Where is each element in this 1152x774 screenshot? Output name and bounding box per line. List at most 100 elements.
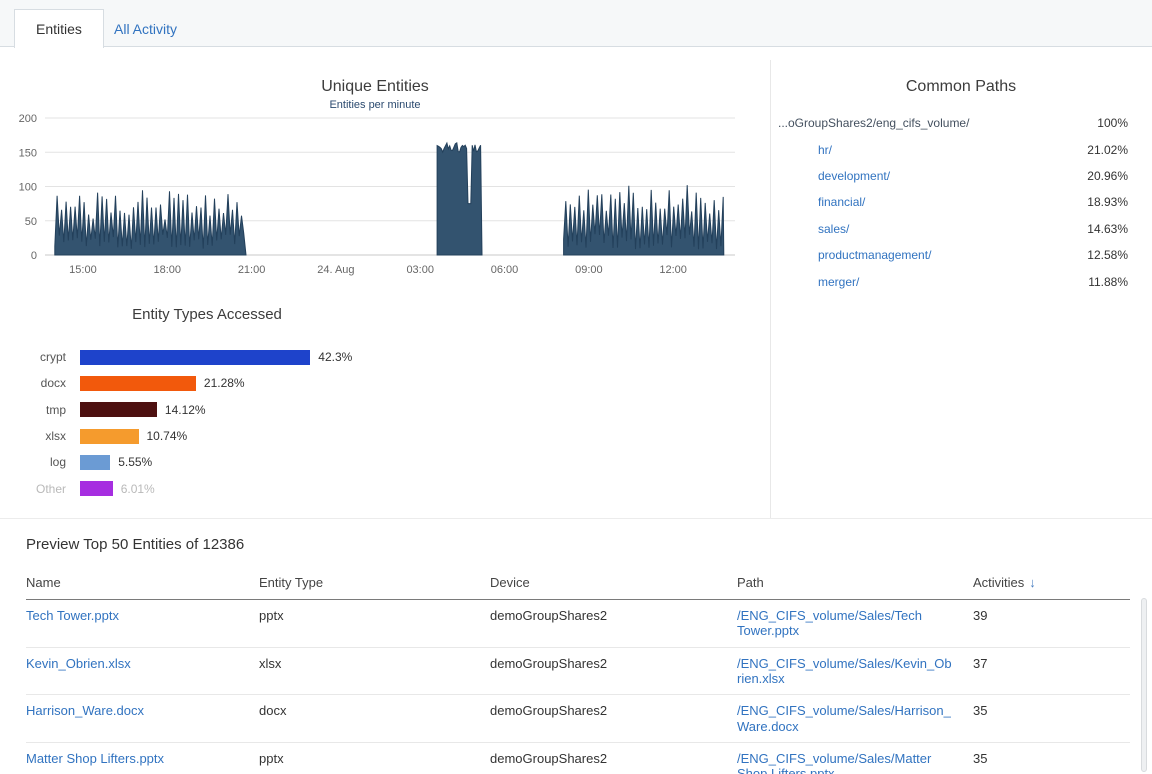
entity-type-cell: xlsx (259, 656, 490, 687)
entity-type-label: docx (0, 376, 66, 390)
vertical-divider (770, 60, 771, 518)
entity-type-label: log (0, 455, 66, 469)
device-cell: demoGroupShares2 (490, 703, 737, 734)
common-path-row: sales/14.63% (778, 216, 1138, 242)
entity-type-label: tmp (0, 403, 66, 417)
entity-type-value: 21.28% (204, 376, 245, 390)
y-tick-label: 150 (19, 147, 37, 159)
entity-type-cell: pptx (259, 751, 490, 774)
column-header-device[interactable]: Device (490, 575, 737, 590)
table-row: Matter Shop Lifters.pptxpptxdemoGroupSha… (26, 743, 1130, 774)
area-series[interactable] (55, 190, 246, 255)
entity-name-link[interactable]: Kevin_Obrien.xlsx (26, 656, 259, 687)
entity-type-bar[interactable] (80, 402, 157, 417)
x-tick-label: 09:00 (575, 264, 603, 276)
entities-table-header: Name Entity Type Device Path Activities … (26, 575, 1130, 600)
common-path-percent: 14.63% (1087, 222, 1128, 236)
column-header-activities-label: Activities (973, 575, 1024, 590)
entity-path-link[interactable]: /ENG_CIFS_volume/Sales/Harrison_Ware.doc… (737, 703, 973, 734)
entities-table-body: Tech Tower.pptxpptxdemoGroupShares2/ENG_… (26, 600, 1130, 774)
unique-entities-subtitle: Entities per minute (0, 99, 750, 111)
device-cell: demoGroupShares2 (490, 751, 737, 774)
common-path-link[interactable]: merger/ (818, 275, 859, 289)
entity-type-bar[interactable] (80, 455, 110, 470)
common-path-row: development/20.96% (778, 163, 1138, 189)
y-tick-label: 0 (31, 250, 37, 262)
common-path-row: productmanagement/12.58% (778, 242, 1138, 268)
entity-type-row: crypt 42.3% (0, 344, 352, 370)
entity-type-bar[interactable] (80, 376, 196, 391)
common-paths-list: ...oGroupShares2/eng_cifs_volume/100% hr/… (778, 110, 1138, 295)
activities-cell: 35 (973, 703, 1130, 734)
preview-title: Preview Top 50 Entities of 12386 (26, 536, 244, 553)
common-path-row: financial/18.93% (778, 189, 1138, 215)
unique-entities-plot[interactable]: 05010015020015:0018:0021:0024. Aug03:000… (0, 112, 745, 282)
area-series[interactable] (564, 185, 724, 255)
entity-path-link[interactable]: /ENG_CIFS_volume/Sales/Tech Tower.pptx (737, 608, 973, 639)
common-path-percent: 21.02% (1087, 143, 1128, 157)
common-path-link[interactable]: sales/ (818, 222, 849, 236)
entity-type-bar[interactable] (80, 350, 310, 365)
entity-type-value: 10.74% (147, 429, 188, 443)
activities-cell: 37 (973, 656, 1130, 687)
entity-path-link[interactable]: /ENG_CIFS_volume/Sales/Kevin_Obrien.xlsx (737, 656, 973, 687)
common-path-link[interactable]: ...oGroupShares2/eng_cifs_volume/ (778, 116, 969, 130)
entity-type-cell: docx (259, 703, 490, 734)
column-header-name[interactable]: Name (26, 575, 259, 590)
common-path-link[interactable]: hr/ (818, 143, 832, 157)
entity-type-bar[interactable] (80, 429, 139, 444)
entity-type-label: Other (0, 482, 66, 496)
table-row: Tech Tower.pptxpptxdemoGroupShares2/ENG_… (26, 600, 1130, 648)
column-header-entity-type[interactable]: Entity Type (259, 575, 490, 590)
common-path-row: merger/11.88% (778, 268, 1138, 294)
table-row: Harrison_Ware.docxdocxdemoGroupShares2/E… (26, 695, 1130, 743)
tab-bar: Entities All Activity (0, 0, 1152, 47)
entity-type-row: log5.55% (0, 449, 352, 475)
device-cell: demoGroupShares2 (490, 608, 737, 639)
device-cell: demoGroupShares2 (490, 656, 737, 687)
common-path-percent: 11.88% (1088, 275, 1128, 289)
entity-type-value: 42.3% (318, 350, 352, 364)
y-tick-label: 50 (25, 216, 37, 228)
column-header-activities[interactable]: Activities ↓ (973, 575, 1130, 590)
common-path-percent: 20.96% (1087, 169, 1128, 183)
x-tick-label: 21:00 (238, 264, 266, 276)
entities-table: Name Entity Type Device Path Activities … (26, 575, 1130, 774)
entity-type-value: 14.12% (165, 403, 206, 417)
entity-type-cell: pptx (259, 608, 490, 639)
x-tick-label: 24. Aug (317, 264, 354, 276)
table-scrollbar[interactable] (1141, 598, 1147, 772)
entity-type-row: docx 21.28% (0, 370, 352, 396)
x-tick-label: 15:00 (69, 264, 97, 276)
common-path-link[interactable]: development/ (818, 169, 890, 183)
section-divider (0, 518, 1152, 519)
entity-type-value: 6.01% (121, 482, 155, 496)
common-path-percent: 12.58% (1087, 248, 1128, 262)
common-path-link[interactable]: financial/ (818, 195, 865, 209)
sort-desc-icon[interactable]: ↓ (1029, 575, 1036, 590)
x-tick-label: 12:00 (659, 264, 687, 276)
y-tick-label: 200 (19, 113, 37, 125)
entity-type-bar[interactable] (80, 481, 113, 496)
unique-entities-title: Unique Entities (0, 78, 750, 96)
area-series[interactable] (437, 143, 482, 255)
common-paths-title: Common Paths (770, 78, 1152, 96)
entity-types-bars: crypt 42.3% docx 21.28% tmp 14.12% xlsx 10.74% l… (0, 344, 352, 502)
entity-type-row: tmp 14.12% (0, 397, 352, 423)
activities-cell: 35 (973, 751, 1130, 774)
column-header-path[interactable]: Path (737, 575, 973, 590)
common-path-row: hr/21.02% (778, 136, 1138, 162)
x-tick-label: 06:00 (491, 264, 519, 276)
entity-name-link[interactable]: Tech Tower.pptx (26, 608, 259, 639)
common-path-link[interactable]: productmanagement/ (818, 248, 931, 262)
tab-all-activity[interactable]: All Activity (104, 10, 187, 47)
entity-name-link[interactable]: Harrison_Ware.docx (26, 703, 259, 734)
entity-path-link[interactable]: /ENG_CIFS_volume/Sales/Matter Shop Lifte… (737, 751, 973, 774)
activities-cell: 39 (973, 608, 1130, 639)
common-path-percent: 100% (1097, 116, 1128, 130)
entity-type-label: crypt (0, 350, 66, 364)
entity-name-link[interactable]: Matter Shop Lifters.pptx (26, 751, 259, 774)
tab-entities[interactable]: Entities (14, 9, 104, 48)
x-tick-label: 03:00 (406, 264, 434, 276)
entity-type-label: xlsx (0, 429, 66, 443)
